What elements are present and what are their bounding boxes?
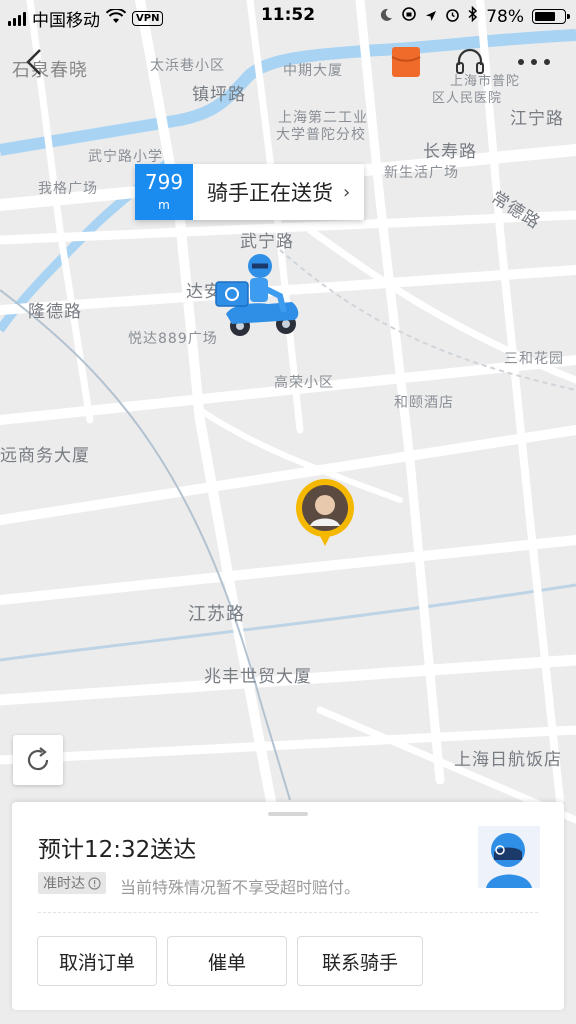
rider-avatar[interactable] [478,826,540,888]
map-label: 高荣小区 [274,375,334,391]
map-label: 武宁路小学 [88,149,163,165]
customer-service-button[interactable] [448,40,492,84]
contact-rider-button[interactable]: 联系骑手 [297,936,423,986]
battery-percent: 78% [486,6,524,27]
distance-unit: m [158,198,170,212]
bluetooth-icon [468,5,478,27]
map-label: 长寿路 [423,142,477,162]
more-icon [518,59,550,65]
map-label: 武宁路 [240,232,294,252]
status-right: 78% [379,5,570,27]
map-label: 区人民医院 [432,91,503,106]
map-label: 远商务大厦 [0,446,90,466]
battery-icon [532,9,570,24]
map-label: 新生活广场 [384,165,459,181]
map-label: 江宁路 [510,109,564,129]
eta-text: 预计12:32送达 [38,837,197,863]
map-label: 上海日航饭店 [454,750,562,770]
alarm-icon [445,7,460,27]
distance-value: 799 [144,170,184,194]
map-label: 隆德路 [28,302,82,322]
rider-status-text: 骑手正在送货 [207,181,333,205]
map-label: 中期大厦 [283,63,343,79]
status-bar: 中国移动 VPN 11:52 78% [0,0,576,34]
distance-block: 799 m [135,164,193,220]
user-location-pin-icon [296,479,354,546]
refresh-icon [27,747,49,771]
map-label: 我格广场 [38,181,98,197]
map-label: 太浜巷小区 [150,58,225,74]
map-label: 三和花园 [504,351,564,367]
back-button[interactable] [12,40,56,84]
drag-handle[interactable] [268,812,308,816]
order-status-panel: 预计12:32送达 准时达 当前特殊情况暂不享受超时赔付。 取消订单 催单 联系… [12,802,564,1010]
red-packet-button[interactable] [384,40,428,84]
cancel-order-button[interactable]: 取消订单 [37,936,157,986]
map-label: 和颐酒店 [394,395,454,411]
ontime-badge-label: 准时达 [43,876,85,892]
ontime-note: 当前特殊情况暂不享受超时赔付。 [120,878,361,897]
map-label: 大学普陀分校 [276,127,366,143]
rotation-lock-icon [401,6,417,27]
ontime-badge: 准时达 [38,872,106,894]
urge-order-button[interactable]: 催单 [167,936,287,986]
moon-icon [379,7,393,27]
map-label: 江苏路 [188,604,245,625]
rider-avatar-icon [486,833,532,888]
headset-icon [456,48,484,74]
rider-status-bubble[interactable]: 799 m 骑手正在送货 › [135,164,365,220]
map-label: 镇坪路 [192,85,246,105]
chevron-right-icon: › [343,181,351,203]
info-icon [88,876,101,890]
refresh-button[interactable] [13,735,63,785]
rider-scooter-icon [215,254,299,336]
chevron-left-icon [26,49,41,75]
map-label: 兆丰世贸大厦 [204,667,312,687]
red-packet-icon [391,47,421,77]
location-icon [425,7,437,27]
map-label: 悦达889广场 [128,331,218,347]
divider [38,912,538,913]
more-button[interactable] [512,40,556,84]
